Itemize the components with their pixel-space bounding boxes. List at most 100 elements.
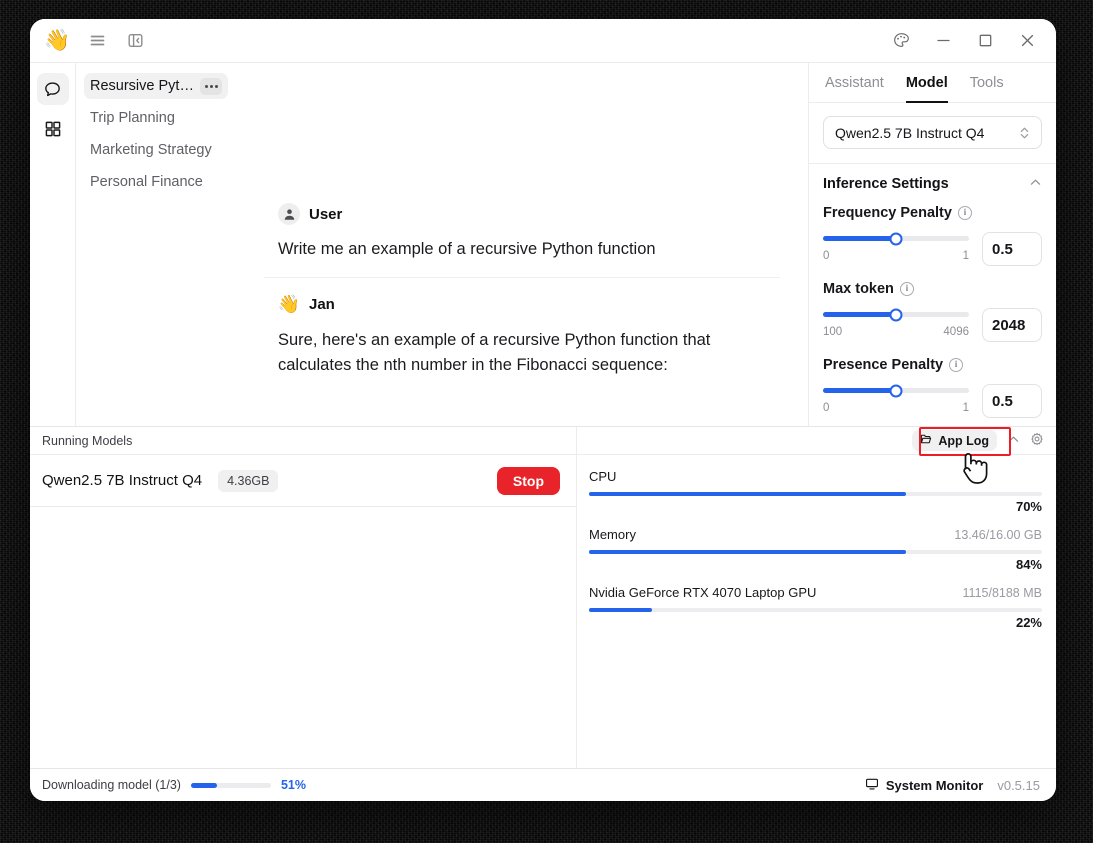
chat-transcript: User Write me an example of a recursive … (236, 63, 808, 426)
stat-memory: Memory 13.46/16.00 GB 84% (589, 527, 1042, 572)
thread-item[interactable]: Resursive Pyth... (84, 73, 228, 99)
left-icon-rail (30, 63, 76, 426)
close-icon[interactable] (1016, 30, 1038, 52)
control-label-row: Presence Penalty i (823, 357, 1042, 373)
download-progress-track (190, 782, 271, 788)
chevron-up-icon[interactable] (1007, 433, 1020, 449)
info-icon[interactable]: i (899, 282, 914, 296)
control-row: 0 1 0.5 (823, 384, 1042, 418)
thread-label: Personal Finance (90, 174, 203, 190)
running-model-size: 4.36GB (218, 469, 279, 492)
stat-percent: 22% (1015, 615, 1042, 630)
slider-range-labels: 0 1 (823, 250, 969, 262)
gear-icon[interactable] (1030, 432, 1044, 449)
rail-item-chat[interactable] (36, 73, 69, 105)
slider-min-label: 100 (823, 326, 843, 338)
thread-list: Resursive Pyth... Trip Planning Marketin… (76, 63, 236, 426)
control-row: 100 4096 2048 (823, 308, 1042, 342)
window-body: Resursive Pyth... Trip Planning Marketin… (30, 62, 1056, 801)
thread-label: Resursive Pyth... (90, 78, 194, 94)
chevron-up-icon[interactable] (1029, 176, 1042, 192)
stat-detail: 13.46/16.00 GB (954, 528, 1042, 542)
stat-top-row: CPU (589, 469, 1042, 484)
model-select-container: Qwen2.5 7B Instruct Q4 (809, 103, 1056, 164)
slider-fill (823, 312, 896, 317)
running-models-panel: Running Models Qwen2.5 7B Instruct Q4 4.… (30, 427, 577, 768)
thread-menu-icon[interactable] (200, 77, 222, 95)
model-select[interactable]: Qwen2.5 7B Instruct Q4 (823, 116, 1042, 149)
chevron-updown-icon (1019, 125, 1030, 141)
download-status: Downloading model (1/3) 51% (42, 778, 306, 792)
rail-item-hub[interactable] (37, 113, 69, 145)
stat-detail: 1115/8188 MB (962, 586, 1042, 600)
maximize-icon[interactable] (974, 30, 996, 52)
stat-progress-track (589, 492, 1042, 496)
monitor-icon (865, 777, 879, 794)
slider-knob[interactable] (889, 308, 903, 321)
user-avatar-icon (278, 203, 300, 225)
assistant-avatar-icon: 👋 (277, 294, 301, 315)
info-icon[interactable]: i (949, 358, 964, 372)
stat-progress-track (589, 608, 1042, 612)
app-log-button[interactable]: App Log (912, 430, 997, 451)
slider-knob[interactable] (889, 232, 903, 245)
stat-top-row: Memory 13.46/16.00 GB (589, 527, 1042, 542)
inference-settings-section: Inference Settings Frequency Penalty i 0… (809, 164, 1056, 433)
control-frequency-penalty: Frequency Penalty i 0 1 0.5 (823, 205, 1042, 266)
thread-label: Trip Planning (90, 110, 175, 126)
frequency-penalty-slider[interactable] (823, 232, 969, 245)
stop-model-button[interactable]: Stop (496, 466, 560, 495)
stat-percent: 84% (1015, 557, 1042, 572)
hamburger-menu-icon[interactable] (86, 30, 108, 52)
slider-min-label: 0 (823, 250, 830, 262)
panel-tabs: Assistant Model Tools (809, 63, 1056, 103)
control-label-row: Max token i (823, 281, 1042, 297)
frequency-penalty-value[interactable]: 0.5 (982, 232, 1042, 266)
stat-label: Nvidia GeForce RTX 4070 Laptop GPU (589, 585, 817, 600)
max-token-value[interactable]: 2048 (982, 308, 1042, 342)
system-monitor-header: App Log (577, 427, 1056, 455)
presence-penalty-slider[interactable] (823, 384, 969, 397)
thread-item[interactable]: Personal Finance (84, 169, 228, 195)
tab-assistant[interactable]: Assistant (825, 63, 884, 103)
download-percent: 51% (280, 778, 306, 792)
control-label: Presence Penalty (823, 357, 944, 373)
control-row: 0 1 0.5 (823, 232, 1042, 266)
slider-knob[interactable] (889, 384, 903, 397)
chat-message-text: Write me an example of a recursive Pytho… (278, 240, 656, 258)
thread-item[interactable]: Trip Planning (84, 105, 228, 131)
folder-open-icon (920, 433, 932, 448)
slider-min-label: 0 (823, 402, 830, 414)
slider-column: 0 1 (823, 232, 969, 262)
tab-tools[interactable]: Tools (970, 63, 1004, 103)
app-logo-icon: 👋 (44, 29, 71, 52)
tab-model[interactable]: Model (905, 63, 948, 103)
section-title: Inference Settings (823, 176, 949, 192)
status-bar: Downloading model (1/3) 51% System Monit… (30, 768, 1056, 801)
stat-progress-fill (589, 608, 653, 612)
max-token-slider[interactable] (823, 308, 969, 321)
thread-item[interactable]: Marketing Strategy (84, 137, 228, 163)
collapse-panel-icon[interactable] (124, 30, 146, 52)
palette-icon[interactable] (890, 30, 912, 52)
running-models-header: Running Models (30, 427, 576, 455)
slider-max-label: 1 (962, 402, 969, 414)
stat-progress-track (589, 550, 1042, 554)
chat-message: User Write me an example of a recursive … (264, 63, 780, 263)
inference-settings-header: Inference Settings (823, 176, 1042, 192)
running-model-row: Qwen2.5 7B Instruct Q4 4.36GB Stop (30, 455, 576, 507)
chat-message: 👋 Jan Sure, here's an example of a recur… (264, 276, 780, 379)
app-log-label: App Log (938, 433, 989, 448)
control-label: Max token (823, 281, 894, 297)
info-icon[interactable]: i (957, 206, 972, 220)
presence-penalty-value[interactable]: 0.5 (982, 384, 1042, 418)
slider-fill (823, 388, 896, 393)
system-monitor-toggle[interactable]: System Monitor (865, 777, 983, 794)
chat-message-text: Sure, here's an example of a recursive P… (278, 330, 711, 375)
stat-cpu: CPU 70% (589, 469, 1042, 514)
app-window: 👋 Resursive Pyth... Trip Planning Market… (30, 19, 1056, 801)
running-model-name: Qwen2.5 7B Instruct Q4 (42, 472, 203, 489)
slider-range-labels: 0 1 (823, 402, 969, 414)
model-settings-panel: Assistant Model Tools Qwen2.5 7B Instruc… (808, 63, 1056, 426)
minimize-icon[interactable] (932, 30, 954, 52)
